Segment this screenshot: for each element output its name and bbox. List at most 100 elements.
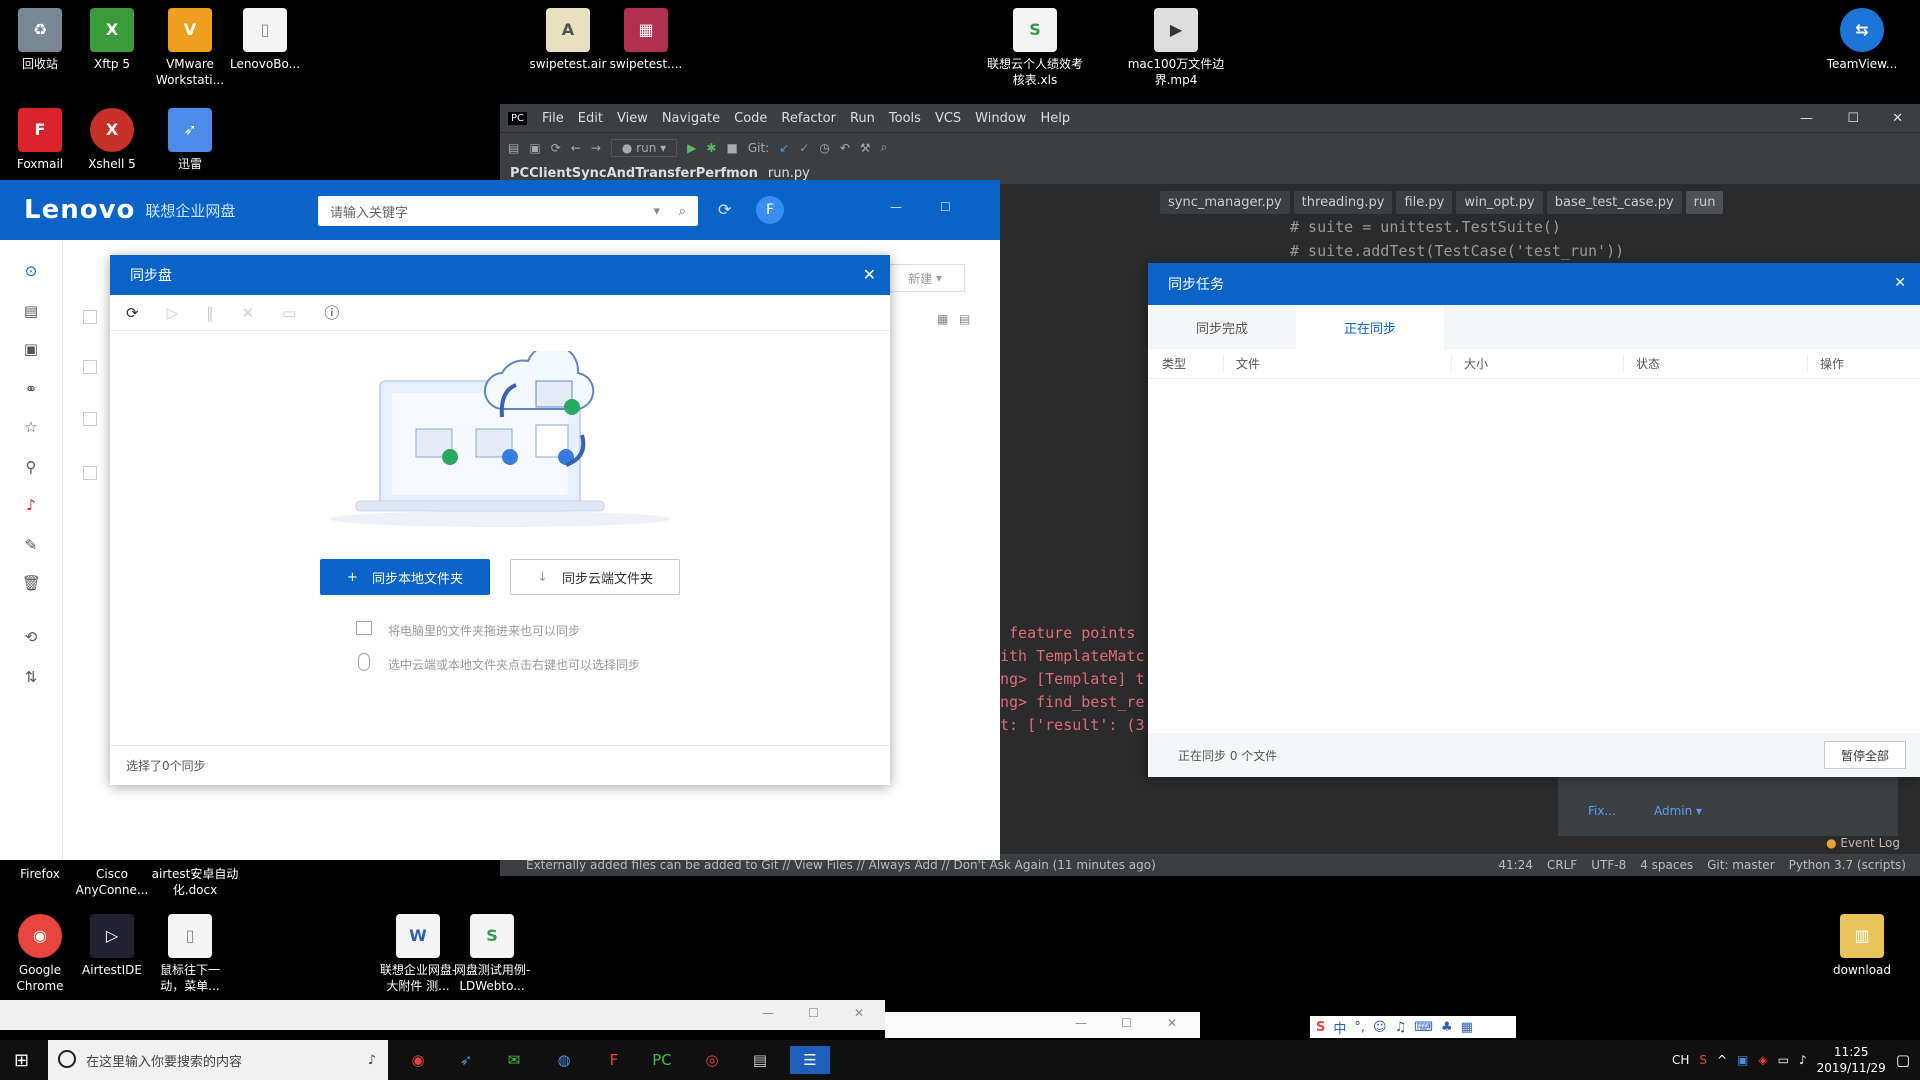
taskbar-chrome-icon[interactable]: ◉ <box>398 1046 438 1074</box>
clock[interactable]: 11:25 2019/11/29 <box>1817 1044 1886 1076</box>
desktop-icon-firefox[interactable]: Firefox <box>0 866 80 882</box>
git-update-icon[interactable]: ↙ <box>779 141 789 155</box>
ide-maximize-button[interactable]: ☐ <box>1840 111 1866 126</box>
interpreter[interactable]: Python 3.7 (scripts) <box>1789 858 1906 872</box>
sogou-tray-icon[interactable]: S <box>1699 1053 1707 1067</box>
desktop-icon-mouse-note[interactable]: ▯ 鼠标往下一动，菜单... <box>150 914 230 994</box>
desktop-icon-xls[interactable]: S 联想云个人绩效考核表.xls <box>985 8 1085 88</box>
list-view-icon[interactable]: ▤ <box>959 312 970 326</box>
tab-file[interactable]: file.py <box>1396 190 1453 214</box>
desktop-icon-download[interactable]: ▥ download <box>1822 914 1902 978</box>
desktop-icon-vmware[interactable]: V VMware Workstati... <box>150 8 230 88</box>
sidebar-home-icon[interactable]: ⊙ <box>22 262 40 280</box>
maximize-icon[interactable]: ☐ <box>808 1006 819 1020</box>
desktop-icon-lenovo-doc[interactable]: W 联想企业网盘-大附件 测... <box>378 914 458 994</box>
line-ending[interactable]: CRLF <box>1547 858 1577 872</box>
pause-icon[interactable]: ‖ <box>206 304 214 322</box>
sidebar-trash-icon[interactable]: 🗑 <box>22 574 41 592</box>
sidebar-note-icon[interactable]: ✎ <box>22 536 40 554</box>
file-breadcrumb[interactable]: run.py <box>768 166 810 181</box>
cursor-position[interactable]: 41:24 <box>1498 858 1533 872</box>
taskbar-thunder-icon[interactable]: ➶ <box>446 1046 486 1074</box>
sync-cloud-folder-button[interactable]: ↓ 同步云端文件夹 <box>510 559 680 595</box>
avatar[interactable]: F <box>756 196 784 224</box>
run-config-select[interactable]: ● run ▾ <box>610 138 678 157</box>
mic-icon[interactable]: ♫ <box>1395 1020 1407 1035</box>
tab-base-test-case[interactable]: base_test_case.py <box>1546 190 1682 214</box>
menu-code[interactable]: Code <box>727 111 774 126</box>
sidebar-link-icon[interactable]: ⚲ <box>22 458 40 476</box>
lang-indicator[interactable]: CH <box>1672 1053 1689 1067</box>
lenovo-search-input[interactable]: 请输入关键字 ▾ ⌕ <box>318 196 698 226</box>
keyboard-icon[interactable]: ⌨ <box>1414 1020 1433 1035</box>
forward-icon[interactable]: → <box>591 141 601 155</box>
sync-local-folder-button[interactable]: + 同步本地文件夹 <box>320 559 490 595</box>
run-icon[interactable]: ▶ <box>687 141 696 155</box>
pause-all-button[interactable]: 暂停全部 <box>1824 741 1906 769</box>
menu-help[interactable]: Help <box>1033 111 1077 126</box>
sidebar-bell-icon[interactable]: ♪ <box>22 496 40 514</box>
toolbox-icon[interactable]: ▦ <box>1461 1020 1473 1035</box>
menu-run[interactable]: Run <box>843 111 882 126</box>
grid-view-icon[interactable]: ▦ <box>937 312 948 326</box>
desktop-icon-swipetest-archive[interactable]: ▦ swipetest.... <box>606 8 686 72</box>
debug-icon[interactable]: ✱ <box>706 141 716 155</box>
add-sync-icon[interactable]: ⟳ <box>126 304 139 322</box>
row-checkbox[interactable] <box>83 310 97 324</box>
desktop-icon-chrome[interactable]: ◉ Google Chrome <box>0 914 80 994</box>
chevron-down-icon[interactable]: ▾ <box>653 204 660 219</box>
info-icon[interactable]: ⓘ <box>324 302 339 323</box>
menu-refactor[interactable]: Refactor <box>774 111 843 126</box>
desktop-icon-xshell[interactable]: X Xshell 5 <box>72 108 152 172</box>
menu-window[interactable]: Window <box>968 111 1033 126</box>
encoding[interactable]: UTF-8 <box>1591 858 1626 872</box>
minimized-window-bar[interactable]: — ☐ ✕ <box>0 1000 885 1030</box>
new-dropdown[interactable]: 新建 ▾ <box>885 264 965 292</box>
git-branch[interactable]: Git: master <box>1707 858 1775 872</box>
delete-icon[interactable]: ✕ <box>242 304 255 322</box>
row-checkbox[interactable] <box>83 466 97 480</box>
git-history-icon[interactable]: ◷ <box>819 141 829 155</box>
close-icon[interactable]: ✕ <box>1167 1016 1177 1030</box>
start-icon[interactable]: ▷ <box>167 304 179 322</box>
open-folder-icon[interactable]: ▭ <box>282 304 296 322</box>
taskbar-wechat-icon[interactable]: ✉ <box>494 1046 534 1074</box>
sidebar-star-icon[interactable]: ☆ <box>22 418 40 436</box>
menu-file[interactable]: File <box>535 111 571 126</box>
desktop-icon-testcase-xls[interactable]: S 网盘测试用例-LDWebto... <box>452 914 532 994</box>
status-message[interactable]: Externally added files can be added to G… <box>526 858 1156 872</box>
sidebar-sync-icon[interactable]: ⟲ <box>22 628 40 646</box>
project-breadcrumb[interactable]: PCClientSyncAndTransferPerfmon <box>510 166 758 181</box>
desktop-icon-teamviewer[interactable]: ⇆ TeamView... <box>1822 8 1902 72</box>
taskbar-search-input[interactable]: 在这里输入你要搜索的内容 ♪ <box>48 1040 388 1080</box>
row-checkbox[interactable] <box>83 360 97 374</box>
sogou-icon[interactable]: S <box>1316 1020 1325 1035</box>
desktop-icon-airtestide[interactable]: ▷ AirtestIDE <box>72 914 152 978</box>
taskbar-lenovo-icon[interactable]: ☰ <box>790 1046 830 1074</box>
close-icon[interactable]: ✕ <box>854 1006 864 1020</box>
volume-icon[interactable]: ♪ <box>1799 1053 1807 1067</box>
sync-icon[interactable]: ⟳ <box>551 141 561 155</box>
desktop-icon-foxmail[interactable]: F Foxmail <box>0 108 80 172</box>
search-icon[interactable]: ⌕ <box>881 140 888 155</box>
desktop-icon-lenovobo[interactable]: ▯ LenovoBo... <box>225 8 305 72</box>
menu-edit[interactable]: Edit <box>571 111 610 126</box>
sidebar-share-icon[interactable]: ⚭ <box>22 380 40 398</box>
menu-navigate[interactable]: Navigate <box>655 111 727 126</box>
taskbar-pycharm-icon[interactable]: PC <box>642 1046 682 1074</box>
indent[interactable]: 4 spaces <box>1640 858 1693 872</box>
maximize-icon[interactable]: ☐ <box>1121 1016 1132 1030</box>
tab-sync-manager[interactable]: sync_manager.py <box>1160 190 1290 214</box>
chevron-up-icon[interactable]: ^ <box>1717 1053 1727 1067</box>
minimize-icon[interactable]: — <box>1075 1016 1087 1030</box>
git-commit-icon[interactable]: ✓ <box>799 141 809 155</box>
emoji-icon[interactable]: ☺ <box>1373 1020 1387 1035</box>
desktop-icon-thunder[interactable]: ➶ 迅雷 <box>150 108 230 172</box>
ide-minimize-button[interactable]: — <box>1793 111 1820 126</box>
notification-icon[interactable]: ▢ <box>1896 1051 1910 1069</box>
back-icon[interactable]: ← <box>571 141 581 155</box>
desktop-icon-airtest-docx[interactable]: airtest安卓自动化.docx <box>150 866 240 898</box>
microphone-icon[interactable]: ♪ <box>368 1053 376 1068</box>
tab-sync-complete[interactable]: 同步完成 <box>1148 305 1296 349</box>
taskbar-app-icon[interactable]: ◍ <box>544 1046 584 1074</box>
